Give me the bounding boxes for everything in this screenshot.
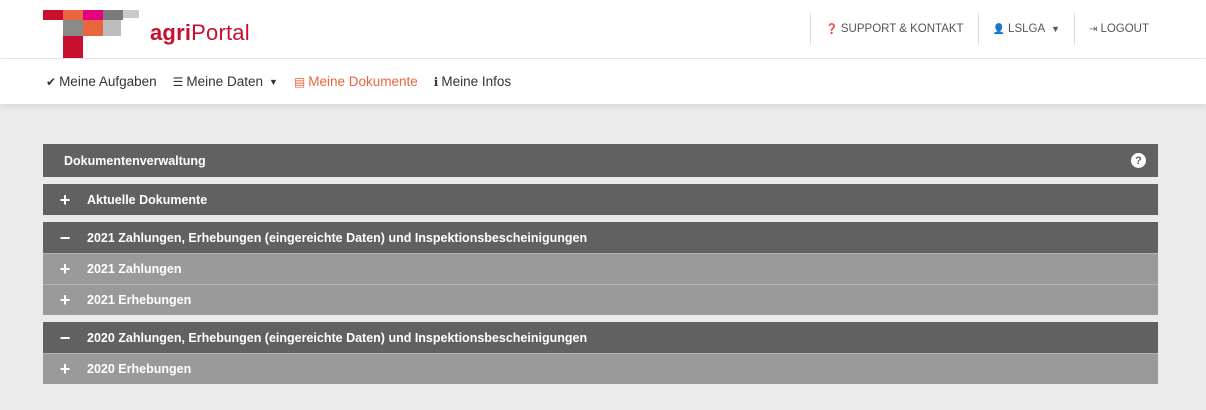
plus-icon: + (59, 189, 71, 210)
brand-name[interactable]: agriPortal (150, 20, 250, 46)
list-icon: ☰ (172, 74, 184, 89)
section-label: Aktuelle Dokumente (87, 192, 208, 207)
nav-meine-aufgaben[interactable]: ✔ Meine Aufgaben (46, 74, 157, 89)
section-2021[interactable]: − 2021 Zahlungen, Erhebungen (eingereich… (43, 222, 1158, 253)
top-links: ❓ SUPPORT & KONTAKT 👤 LSLGA ▼ ⇥ LOGOUT (810, 13, 1163, 45)
chevron-down-icon: ▼ (1051, 24, 1061, 34)
panel-title: Dokumentenverwaltung (64, 153, 206, 168)
nav-label-tasks: Meine Aufgaben (59, 74, 157, 89)
info-circle-icon: ℹ (433, 74, 439, 89)
logout-icon: ⇥ (1089, 23, 1098, 35)
logout-label: LOGOUT (1100, 23, 1149, 35)
plus-icon: + (59, 359, 71, 379)
nav-meine-daten[interactable]: ☰ Meine Daten ▼ (173, 74, 278, 89)
section-label: 2020 Zahlungen, Erhebungen (eingereichte… (87, 330, 588, 345)
logout-link[interactable]: ⇥ LOGOUT (1074, 13, 1163, 45)
top-header: agriPortal ❓ SUPPORT & KONTAKT 👤 LSLGA ▼… (0, 0, 1206, 59)
subsection-label: 2021 Zahlungen (87, 262, 182, 276)
section-label: 2021 Zahlungen, Erhebungen (eingereichte… (87, 230, 588, 245)
nav-label-data: Meine Daten (186, 74, 263, 89)
section-2020[interactable]: − 2020 Zahlungen, Erhebungen (eingereich… (43, 322, 1158, 353)
user-menu[interactable]: 👤 LSLGA ▼ (977, 13, 1074, 45)
agriportal-logo[interactable] (43, 10, 143, 58)
user-icon: 👤 (992, 23, 1006, 35)
subsection-label: 2021 Erhebungen (87, 293, 192, 307)
brand-part-1: agri (150, 20, 192, 45)
support-link[interactable]: ❓ SUPPORT & KONTAKT (810, 13, 977, 45)
help-icon[interactable]: ? (1131, 153, 1146, 168)
minus-icon: − (59, 227, 71, 248)
panel-header: Dokumentenverwaltung ? (43, 144, 1158, 177)
subsection-2021-payments[interactable]: + 2021 Zahlungen (43, 253, 1158, 284)
minus-icon: − (59, 327, 71, 348)
question-circle-icon: ❓ (825, 23, 838, 35)
brand-part-2: Portal (191, 20, 250, 45)
nav-meine-infos[interactable]: ℹ Meine Infos (434, 74, 511, 89)
subsection-label: 2020 Erhebungen (87, 362, 192, 376)
chevron-down-icon: ▼ (268, 76, 278, 87)
nav-label-documents: Meine Dokumente (308, 74, 418, 89)
section-current-documents[interactable]: + Aktuelle Dokumente (43, 184, 1158, 215)
support-label: SUPPORT & KONTAKT (840, 23, 964, 35)
main-nav: ✔ Meine Aufgaben ☰ Meine Daten ▼ ▤ Meine… (0, 59, 1206, 104)
subsection-2020-surveys[interactable]: + 2020 Erhebungen (43, 353, 1158, 384)
plus-icon: + (59, 290, 71, 310)
check-circle-icon: ✔ (46, 74, 57, 89)
subsection-2021-surveys[interactable]: + 2021 Erhebungen (43, 284, 1158, 315)
plus-icon: + (59, 259, 71, 279)
document-icon: ▤ (293, 74, 306, 89)
document-management-panel: Dokumentenverwaltung ? + Aktuelle Dokume… (43, 144, 1158, 384)
user-label: LSLGA (1008, 23, 1046, 35)
nav-label-infos: Meine Infos (441, 74, 512, 89)
nav-meine-dokumente[interactable]: ▤ Meine Dokumente (294, 74, 418, 89)
